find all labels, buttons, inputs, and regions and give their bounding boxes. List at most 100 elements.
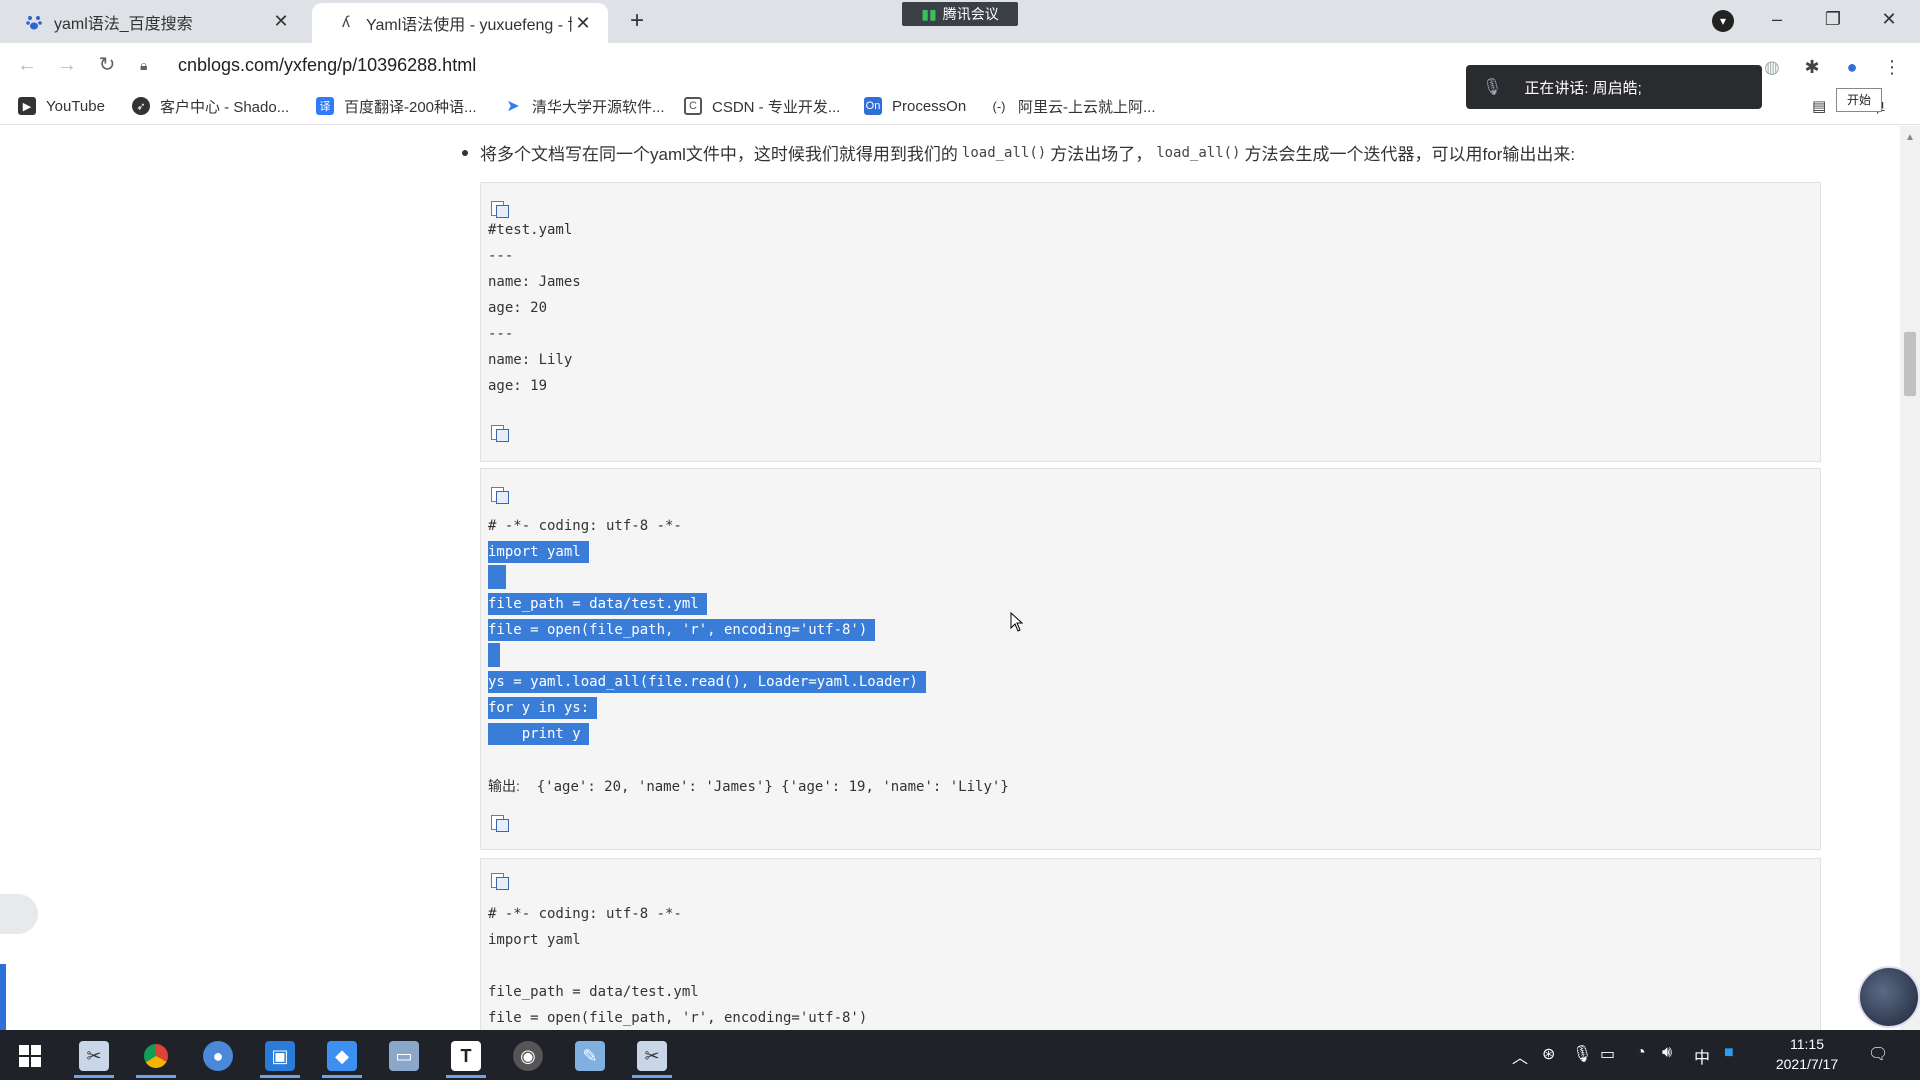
code-block-python-load-all: # -*- coding: utf-8 -*- import yaml file… [480, 468, 1821, 850]
bookmark-youtube[interactable]: ▶ YouTube [18, 95, 105, 117]
bookmark-label: 阿里云-上云就上阿... [1018, 98, 1156, 116]
typora-icon: T [451, 1041, 481, 1071]
code-line-selected: file_path = data/test.yml [488, 593, 707, 615]
taskbar-obs[interactable]: ◉ [504, 1034, 552, 1078]
selection-blank-line [488, 565, 506, 589]
extensions-puzzle-icon[interactable]: ✱ [1800, 55, 1824, 79]
copy-code-icon[interactable] [489, 815, 509, 832]
minimize-icon[interactable]: – [1754, 4, 1800, 34]
code-line: # -*- coding: utf-8 -*- [488, 906, 682, 922]
copy-code-icon[interactable] [489, 873, 509, 890]
tab-baidu-search[interactable]: yaml语法_百度搜索 ✕ [0, 0, 306, 43]
tab-strip: yaml语法_百度搜索 ✕ ʎ Yaml语法使用 - yuxuefeng - 博… [0, 0, 1920, 43]
back-icon[interactable]: ← [12, 50, 42, 80]
chrome-icon [141, 1041, 171, 1071]
taskbar-remote-desktop[interactable]: ▣ [256, 1034, 304, 1078]
bookmark-label: 清华大学开源软件... [532, 98, 665, 116]
side-accent-bar [0, 964, 6, 1030]
taskbar-snip-tool-2[interactable]: ✂ [628, 1034, 676, 1078]
code-line-selected: import yaml [488, 541, 589, 563]
obs-icon: ◉ [513, 1041, 543, 1071]
system-clock[interactable]: 11:15 2021/7/17 [1762, 1034, 1852, 1074]
intro-text: 方法出场了， [1050, 145, 1153, 164]
tray-wifi-icon[interactable]: ◔ [1636, 1044, 1646, 1062]
intro-text: 将多个文档写在同一个yaml文件中，这时候我们就得用到我们的 [480, 145, 958, 164]
scroll-up-icon[interactable]: ▲ [1900, 132, 1920, 143]
taskbar-notepad[interactable]: ✎ [566, 1034, 614, 1078]
tsinghua-icon: ➤ [504, 97, 522, 115]
forward-icon[interactable]: → [52, 50, 82, 80]
baidu-paw-icon [24, 12, 44, 32]
tray-microphone-icon[interactable]: 🎙︎ [1572, 1044, 1592, 1064]
copy-code-icon[interactable] [489, 487, 509, 504]
start-menu-button[interactable] [6, 1034, 54, 1078]
new-tab-button[interactable]: + [622, 6, 652, 36]
bookmark-tsinghua-mirror[interactable]: ➤ 清华大学开源软件... [504, 95, 665, 117]
bookmark-aliyun[interactable]: (-) 阿里云-上云就上阿... [990, 95, 1156, 117]
tab-search-icon[interactable]: ▾ [1712, 10, 1734, 32]
output-label: 输出: [488, 778, 520, 794]
bookmark-processon[interactable]: On ProcessOn [864, 95, 966, 117]
bookmark-shadow-client[interactable]: ➶ 客户中心 - Shado... [132, 95, 289, 117]
page-scrollbar[interactable]: ▲ [1900, 126, 1920, 1030]
bookmark-baidu-translate[interactable]: 译百度翻译-200种语... [316, 95, 477, 117]
code-line-selected: print y [488, 723, 589, 745]
active-indicator [136, 1075, 176, 1078]
taskbar-chrome[interactable] [132, 1034, 180, 1078]
copy-code-icon[interactable] [489, 425, 509, 442]
tray-volume-icon[interactable]: 🔊︎ [1662, 1044, 1672, 1062]
code-line-selected: for y in ys: [488, 697, 598, 719]
code-block-python-2: # -*- coding: utf-8 -*- import yaml file… [480, 858, 1821, 1030]
clock-time: 11:15 [1790, 1036, 1824, 1052]
reload-icon[interactable]: ↻ [92, 50, 122, 80]
taskbar-tencent-meeting[interactable]: ◆ [318, 1034, 366, 1078]
lock-icon: 🔒︎ [140, 56, 148, 73]
inline-code: load_all() [961, 144, 1047, 161]
windows-logo-icon [19, 1045, 41, 1067]
wechat-icon: ● [203, 1041, 233, 1071]
bookmark-label: 客户中心 - Shado... [160, 98, 290, 116]
microphone-icon: 🎙︎ [1482, 79, 1503, 96]
copy-code-icon[interactable] [489, 201, 509, 218]
cnblogs-icon: ʎ [342, 14, 350, 31]
profile-icon[interactable]: ● [1840, 55, 1864, 79]
floating-avatar[interactable] [1858, 966, 1920, 1028]
close-window-icon[interactable]: ✕ [1866, 4, 1912, 34]
scrollbar-thumb[interactable] [1904, 332, 1916, 396]
code-line: #test.yaml [488, 222, 573, 238]
folder-icon: ▭ [389, 1041, 419, 1071]
close-tab-icon[interactable]: ✕ [270, 11, 292, 32]
selection-blank-line [488, 643, 500, 667]
extension-globe-icon[interactable]: ◍ [1760, 55, 1784, 79]
bookmark-label: YouTube [46, 97, 105, 115]
active-indicator [322, 1075, 362, 1078]
notepad-icon: ✎ [575, 1041, 605, 1071]
code-line: name: James [488, 274, 581, 290]
tray-network-monitor-icon[interactable]: ⊛ [1542, 1044, 1555, 1064]
tab-title: Yaml语法使用 - yuxuefeng - 博 [366, 17, 572, 34]
tray-ime-indicator[interactable]: 中 [1694, 1044, 1710, 1068]
meeting-badge[interactable]: ▮▮ 腾讯会议 [902, 2, 1018, 26]
start-button[interactable]: 开始 [1836, 88, 1882, 112]
code-line: file_path = data/test.yml [488, 984, 699, 1000]
menu-kebab-icon[interactable]: ⋮ [1880, 55, 1904, 79]
code-line: age: 20 [488, 300, 548, 316]
rocket-icon: ➶ [132, 97, 150, 115]
taskbar-typora[interactable]: T [442, 1034, 490, 1078]
tray-battery-icon[interactable]: ▭ [1600, 1044, 1615, 1064]
taskbar-wechat[interactable]: ● [194, 1034, 242, 1078]
code-line-selected: ys = yaml.load_all(file.read(), Loader=y… [488, 671, 926, 693]
tray-chevron-icon[interactable]: ︿ [1512, 1044, 1528, 1068]
tray-qq-icon[interactable]: ■ [1724, 1044, 1734, 1062]
notification-center-icon[interactable]: 🗨︎ [1868, 1044, 1888, 1064]
taskbar-explorer[interactable]: ▭ [380, 1034, 428, 1078]
windows-taskbar: ✂ ● ▣ ◆ ▭ T ◉ ✎ ✂ ︿ ⊛ 🎙︎ ▭ ◔ 🔊︎ 中 ■ 11:1… [0, 1030, 1920, 1080]
tab-cnblogs-yaml[interactable]: ʎ Yaml语法使用 - yuxuefeng - 博 ✕ [312, 3, 608, 43]
restore-icon[interactable]: ❐ [1810, 4, 1856, 34]
active-indicator [632, 1075, 672, 1078]
mouse-pointer-icon [1010, 612, 1024, 632]
taskbar-snip-tool[interactable]: ✂ [70, 1034, 118, 1078]
speaking-text: 正在讲话: 周启皓; [1524, 79, 1642, 97]
close-tab-icon[interactable]: ✕ [572, 13, 594, 34]
bookmark-csdn[interactable]: C CSDN - 专业开发... [684, 95, 840, 117]
